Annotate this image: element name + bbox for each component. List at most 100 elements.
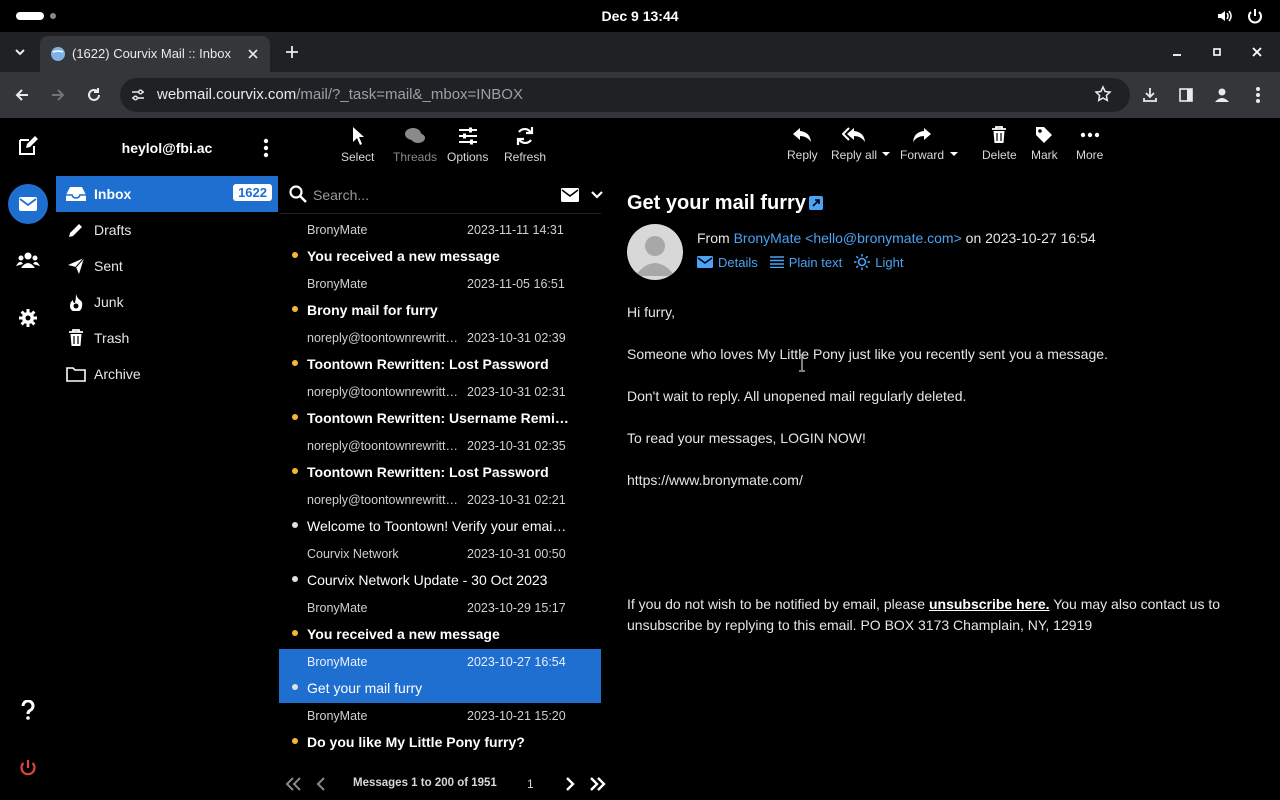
site-info-icon[interactable]	[130, 87, 146, 108]
more-label: More	[1076, 148, 1104, 162]
new-tab-button[interactable]	[280, 40, 304, 64]
message-row[interactable]: noreply@toontownrewritten.com 2023-10-31 …	[279, 433, 601, 487]
settings-nav-button[interactable]	[8, 298, 48, 338]
volume-icon[interactable]	[1216, 7, 1234, 30]
lines-icon	[769, 256, 784, 268]
compose-button[interactable]	[8, 126, 48, 166]
message-subject: You received a new message	[307, 626, 500, 642]
previous-page-button[interactable]	[311, 774, 331, 794]
close-window-button[interactable]	[1247, 42, 1267, 62]
help-button[interactable]	[8, 690, 48, 730]
tab-close-icon[interactable]	[244, 45, 262, 63]
details-link[interactable]: Details	[697, 255, 758, 270]
message-row[interactable]: BronyMate 2023-10-27 16:54 Get your mail f…	[279, 649, 601, 703]
text-cursor-icon	[797, 354, 807, 377]
plain-text-link[interactable]: Plain text	[769, 255, 842, 270]
delete-button[interactable]: Delete	[982, 126, 1017, 162]
message-row[interactable]: BronyMate 2023-10-29 15:17 You received a …	[279, 595, 601, 649]
profile-button[interactable]	[1210, 83, 1234, 107]
message-sender: noreply@toontownrewritten.com	[307, 493, 459, 507]
message-subject: Welcome to Toontown! Verify your email a…	[307, 518, 569, 534]
search-input[interactable]	[313, 184, 553, 206]
unread-dot	[292, 306, 298, 312]
light-mode-link[interactable]: Light	[854, 254, 903, 270]
folder-trash[interactable]: Trash	[56, 320, 278, 356]
search-icon	[289, 185, 307, 208]
search-bar	[279, 176, 603, 214]
logout-button[interactable]	[8, 748, 48, 788]
forward-dropdown-icon[interactable]	[949, 144, 959, 162]
message-date: 2023-10-31 02:35	[467, 439, 566, 453]
reply-button[interactable]: Reply	[787, 126, 818, 162]
last-page-button[interactable]	[588, 774, 608, 794]
unsubscribe-link[interactable]: unsubscribe here.	[929, 596, 1050, 612]
message-row[interactable]: Courvix Network 2023-10-31 00:50 Courvix N…	[279, 541, 601, 595]
more-button[interactable]: More	[1076, 126, 1103, 162]
envelope-icon[interactable]	[561, 188, 579, 207]
folder-sent[interactable]: Sent	[56, 248, 278, 284]
header-links: Details Plain text Light	[697, 254, 915, 270]
url-path: /mail/?_task=mail&_mbox=INBOX	[296, 86, 523, 103]
downloads-button[interactable]	[1138, 83, 1162, 107]
details-label: Details	[718, 254, 758, 270]
folder-junk[interactable]: Junk	[56, 284, 278, 320]
threads-button[interactable]: Threads	[393, 126, 437, 164]
chevron-down-icon[interactable]	[591, 188, 603, 206]
page-number[interactable]: 1	[527, 777, 534, 791]
message-row[interactable]: noreply@toontownrewritten.com 2023-10-31 …	[279, 487, 601, 541]
fire-icon	[58, 293, 94, 311]
power-icon[interactable]	[1246, 7, 1264, 30]
message-date: 2023-10-21 15:20	[467, 709, 566, 723]
refresh-button[interactable]: Refresh	[504, 126, 546, 164]
reply-all-button[interactable]: Reply all	[831, 126, 877, 162]
message-subject: Get your mail furry	[307, 680, 423, 696]
reply-all-dropdown-icon[interactable]	[881, 144, 891, 162]
minimize-button[interactable]	[1167, 42, 1187, 62]
reload-button[interactable]	[82, 83, 106, 107]
side-panel-button[interactable]	[1174, 83, 1198, 107]
mail-nav-button[interactable]	[8, 184, 48, 224]
message-subject: Toontown Rewritten: Lost Password	[307, 356, 549, 372]
select-button[interactable]: Select	[341, 126, 374, 164]
message-row[interactable]: noreply@toontownrewritten.com 2023-10-31 …	[279, 325, 601, 379]
message-sender: BronyMate	[307, 709, 368, 723]
bookmark-star-icon[interactable]	[1094, 85, 1112, 108]
message-row[interactable]: BronyMate 2023-10-21 15:20 Do you like My …	[279, 703, 601, 757]
body-paragraph: Someone who loves My Little Pony just li…	[627, 346, 1108, 362]
back-button[interactable]	[10, 83, 34, 107]
message-row[interactable]: BronyMate 2023-11-05 16:51 Brony mail for …	[279, 271, 601, 325]
mark-button[interactable]: Mark	[1031, 126, 1058, 162]
folder-drafts[interactable]: Drafts	[56, 212, 278, 248]
system-clock[interactable]: Dec 9 13:44	[0, 8, 1280, 24]
maximize-button[interactable]	[1207, 42, 1227, 62]
refresh-icon	[516, 127, 534, 145]
message-sender: noreply@toontownrewritten.com	[307, 385, 459, 399]
first-page-button[interactable]	[283, 774, 303, 794]
trash-icon	[992, 126, 1007, 143]
trash-icon	[58, 329, 94, 347]
browser-menu-button[interactable]	[1246, 83, 1270, 107]
chevron-right-icon	[566, 777, 575, 791]
mark-label: Mark	[1031, 148, 1058, 162]
message-row[interactable]: BronyMate 2023-11-11 14:31 You received a …	[279, 217, 601, 271]
address-bar[interactable]: webmail.courvix.com/mail/?_task=mail&_mb…	[120, 78, 1130, 112]
message-row[interactable]: noreply@toontownrewritten.com 2023-10-31 …	[279, 379, 601, 433]
body-link-paragraph[interactable]: https://www.bronymate.com/	[627, 470, 1247, 490]
arrow-left-icon	[15, 89, 28, 101]
forward-label: Forward	[900, 148, 945, 162]
folder-archive[interactable]: Archive	[56, 356, 278, 392]
message-sender: Courvix Network	[307, 547, 399, 561]
forward-button[interactable]	[46, 83, 70, 107]
tab-search-button[interactable]	[8, 40, 32, 64]
browser-tab-active[interactable]: (1622) Courvix Mail :: Inbox	[40, 36, 270, 72]
external-link-icon[interactable]	[809, 196, 823, 215]
sender-link[interactable]: BronyMate <hello@bronymate.com>	[734, 230, 962, 246]
unread-dot	[292, 360, 298, 366]
forward-button[interactable]: Forward	[900, 126, 944, 162]
account-menu-button[interactable]	[256, 136, 276, 160]
next-page-button[interactable]	[560, 774, 580, 794]
folder-inbox[interactable]: Inbox 1622	[56, 176, 278, 212]
reply-all-label: Reply all	[831, 148, 878, 162]
options-button[interactable]: Options	[447, 126, 488, 164]
contacts-nav-button[interactable]	[8, 240, 48, 280]
